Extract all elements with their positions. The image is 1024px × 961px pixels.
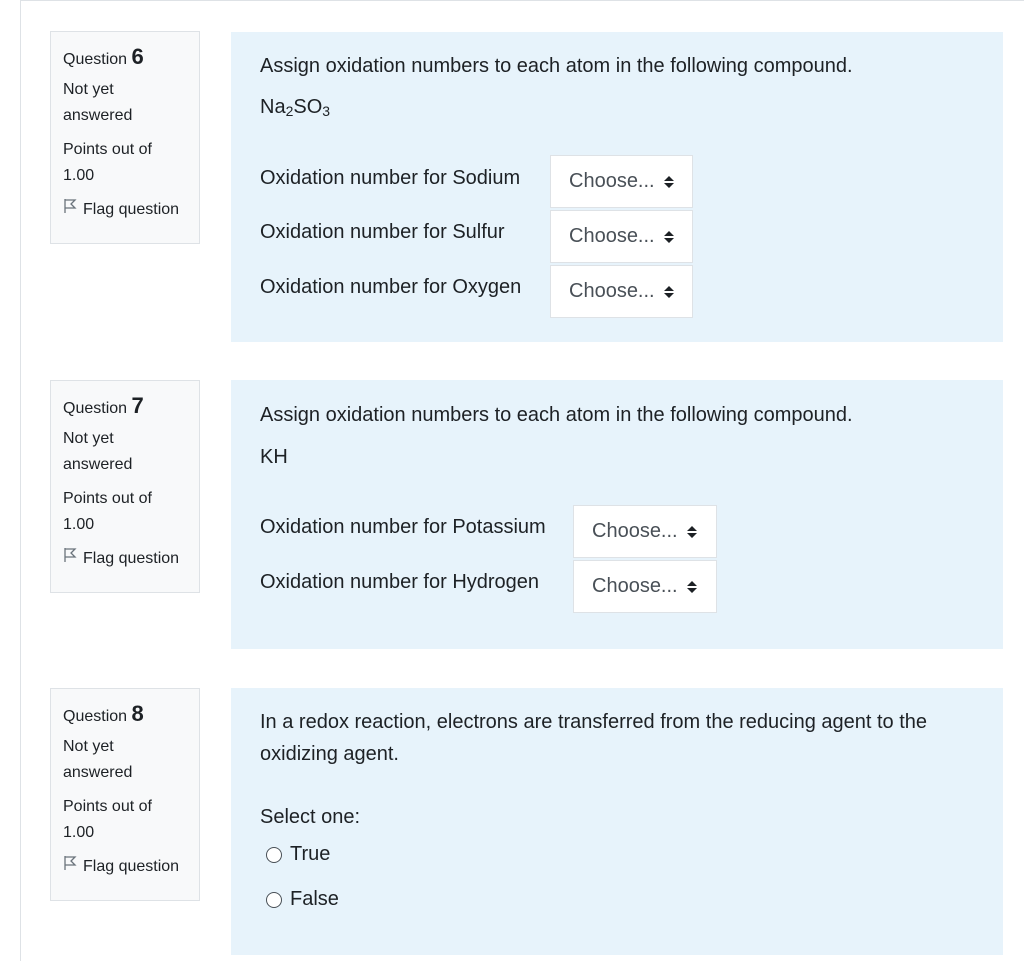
- select-sodium[interactable]: Choose...: [550, 155, 693, 208]
- option-label-true: True: [290, 843, 331, 865]
- question-label: Question: [63, 400, 128, 417]
- answer-label-hydrogen: Oxidation number for Hydrogen: [260, 571, 540, 593]
- question-number: Question 8: [63, 701, 199, 730]
- question-number: Question 6: [63, 44, 199, 73]
- formula-subscript: 3: [322, 103, 331, 119]
- select-one-prompt: Select one:: [260, 806, 361, 828]
- answer-label-oxygen: Oxidation number for Oxygen: [260, 276, 522, 298]
- question-state: Not yet answered: [63, 738, 133, 781]
- select-oxygen[interactable]: Choose...: [550, 265, 693, 318]
- radio-true[interactable]: [266, 846, 282, 863]
- question-points: Points out of 1.00: [63, 141, 152, 184]
- answer-option-true[interactable]: True: [266, 843, 330, 866]
- select-value: Choose...: [592, 575, 678, 597]
- flag-icon: [63, 197, 77, 223]
- answer-label-sodium: Oxidation number for Sodium: [260, 167, 521, 189]
- select-value: Choose...: [569, 225, 655, 247]
- select-potassium[interactable]: Choose...: [573, 505, 717, 558]
- question-number-value: 7: [131, 393, 144, 418]
- flag-question-label: Flag question: [83, 201, 180, 218]
- question-content-7: Assign oxidation numbers to each atom in…: [231, 380, 1003, 649]
- question-content-6: Assign oxidation numbers to each atom in…: [231, 32, 1003, 342]
- question-content-8: In a redox reaction, electrons are trans…: [231, 688, 1003, 955]
- flag-question-link[interactable]: Flag question: [63, 854, 199, 880]
- select-hydrogen[interactable]: Choose...: [573, 560, 717, 613]
- question-number-value: 6: [131, 44, 144, 69]
- formula-element-na: Na: [260, 96, 286, 118]
- answer-label-sulfur: Oxidation number for Sulfur: [260, 221, 505, 243]
- flag-icon: [63, 854, 77, 880]
- select-value: Choose...: [569, 170, 655, 192]
- select-value: Choose...: [569, 280, 655, 302]
- question-info-7: Question 7 Not yet answered Points out o…: [50, 380, 200, 593]
- flag-icon: [63, 546, 77, 572]
- question-points: Points out of 1.00: [63, 490, 152, 533]
- question-number-value: 8: [131, 701, 144, 726]
- question-text: In a redox reaction, electrons are trans…: [260, 711, 928, 765]
- question-state: Not yet answered: [63, 430, 133, 473]
- flag-question-label: Flag question: [83, 550, 180, 567]
- question-text: Assign oxidation numbers to each atom in…: [260, 55, 853, 77]
- sort-arrows-icon: [686, 580, 698, 594]
- select-value: Choose...: [592, 520, 678, 542]
- question-text: Assign oxidation numbers to each atom in…: [260, 404, 853, 426]
- answer-option-false[interactable]: False: [266, 888, 339, 911]
- question-label: Question: [63, 708, 128, 725]
- question-label: Question: [63, 51, 128, 68]
- sort-arrows-icon: [686, 525, 698, 539]
- question-number: Question 7: [63, 393, 199, 422]
- question-state: Not yet answered: [63, 81, 133, 124]
- radio-false[interactable]: [266, 891, 282, 908]
- formula-element-so: SO: [293, 96, 323, 118]
- sort-arrows-icon: [663, 175, 675, 189]
- question-points: Points out of 1.00: [63, 798, 152, 841]
- flag-question-label: Flag question: [83, 858, 180, 875]
- question-info-8: Question 8 Not yet answered Points out o…: [50, 688, 200, 901]
- sort-arrows-icon: [663, 230, 675, 244]
- option-label-false: False: [290, 888, 339, 910]
- sort-arrows-icon: [663, 285, 675, 299]
- question-info-6: Question 6 Not yet answered Points out o…: [50, 31, 200, 244]
- select-sulfur[interactable]: Choose...: [550, 210, 693, 263]
- chemical-formula: Na2SO3: [260, 96, 330, 119]
- flag-question-link[interactable]: Flag question: [63, 546, 199, 572]
- flag-question-link[interactable]: Flag question: [63, 197, 199, 223]
- answer-label-potassium: Oxidation number for Potassium: [260, 516, 546, 538]
- chemical-formula: KH: [260, 446, 288, 468]
